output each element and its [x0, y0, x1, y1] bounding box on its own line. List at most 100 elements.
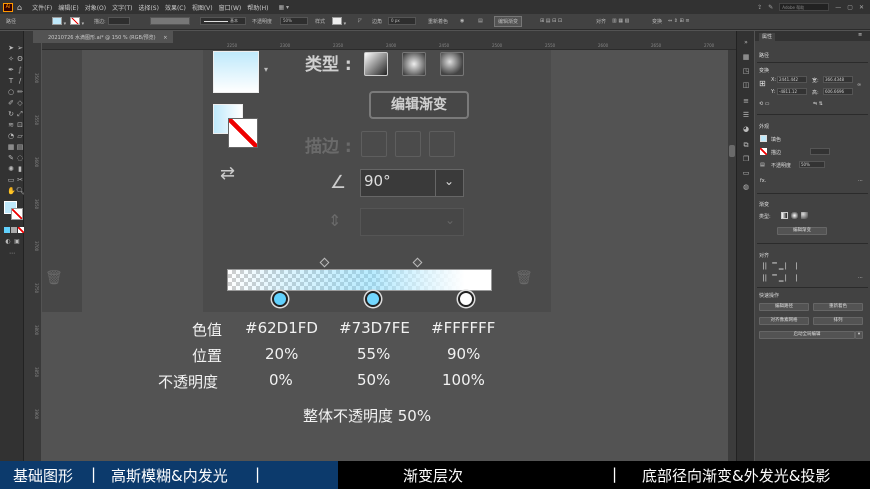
- menu-view[interactable]: 视图(V): [192, 3, 213, 12]
- line-tool-icon[interactable]: /: [16, 77, 24, 85]
- fill-swatch[interactable]: ▾: [52, 17, 66, 27]
- stroke-icon[interactable]: [760, 148, 767, 155]
- arrange-button[interactable]: 排列: [813, 317, 863, 325]
- stroke-weight-field[interactable]: [108, 17, 130, 27]
- constrain-icon[interactable]: ∞: [857, 82, 861, 88]
- ellipse-tool-icon[interactable]: ○: [7, 88, 15, 96]
- global-edit-button[interactable]: 启动全局编辑: [759, 331, 855, 339]
- edit-gradient-button[interactable]: 编辑渐变: [369, 91, 469, 119]
- slice-tool-icon[interactable]: ✂: [16, 176, 24, 184]
- layers-icon[interactable]: ◫: [742, 81, 750, 89]
- swatches-icon[interactable]: ≡: [742, 97, 750, 105]
- linear-gradient-button[interactable]: [364, 52, 388, 76]
- transform-icons[interactable]: ⇔ ⇕ ⊞ ≡: [668, 18, 690, 24]
- menu-file[interactable]: 文件(F): [32, 3, 52, 12]
- variable-width-field[interactable]: [150, 17, 190, 27]
- direct-selection-tool-icon[interactable]: ➢: [16, 44, 24, 52]
- angle-dropdown[interactable]: ⌄: [435, 170, 463, 196]
- appearance-icon[interactable]: ◍: [742, 183, 750, 191]
- tab-close-icon[interactable]: ×: [163, 35, 167, 41]
- h-field[interactable]: 606.6696: [823, 88, 853, 95]
- more-options-icon[interactable]: ⋯: [858, 178, 863, 184]
- w-field[interactable]: 366.4348: [823, 76, 853, 83]
- mesh-tool-icon[interactable]: ▦: [7, 143, 15, 151]
- brush-field[interactable]: 基本: [200, 17, 246, 27]
- aspect-ratio-field[interactable]: ⌄: [360, 208, 464, 236]
- gradient-slider[interactable]: [227, 269, 492, 291]
- align-label[interactable]: 对齐: [596, 18, 606, 25]
- stroke-swatch[interactable]: ▾: [70, 17, 84, 27]
- gradient-swatch[interactable]: [213, 51, 259, 93]
- more-tools-icon[interactable]: ⋯: [8, 250, 16, 258]
- stroke-none-swatch[interactable]: [228, 118, 258, 148]
- scale-tool-icon[interactable]: ⤢: [16, 110, 24, 118]
- freeform-type-icon[interactable]: [801, 212, 808, 219]
- flip-icons[interactable]: ⇋ ⇅: [813, 101, 823, 107]
- opts-icon[interactable]: ⊞ ▤ ⊟ ⊡: [540, 18, 562, 24]
- align-buttons-row2[interactable]: ▕▏▔▁▏▕: [759, 275, 799, 282]
- curvature-tool-icon[interactable]: ∫: [16, 66, 24, 74]
- type-tool-icon[interactable]: T: [7, 77, 15, 85]
- gradient-mode-icon[interactable]: [11, 227, 17, 233]
- edit-gradient-control-button[interactable]: 编辑渐变: [494, 16, 523, 27]
- align-icon-2[interactable]: ▥ ▦ ▧: [612, 18, 629, 24]
- trash-icon[interactable]: 🗑︎: [515, 270, 533, 286]
- shaper-tool-icon[interactable]: ✐: [7, 99, 15, 107]
- screen-mode-icon[interactable]: ▣: [13, 238, 21, 246]
- radial-gradient-button[interactable]: [402, 52, 426, 76]
- close-icon[interactable]: ✕: [859, 4, 864, 11]
- transform-label[interactable]: 变换: [652, 18, 662, 25]
- reference-point-icon[interactable]: ⊞: [759, 79, 766, 88]
- brushes-icon[interactable]: ☰: [742, 111, 750, 119]
- search-input[interactable]: Adobe 帮助: [779, 3, 830, 11]
- stroke-color-swatch[interactable]: [11, 208, 23, 220]
- menu-window[interactable]: 窗口(W): [219, 3, 242, 12]
- draw-mode-icon[interactable]: ◐: [4, 238, 12, 246]
- symbols-icon[interactable]: ◕: [742, 125, 750, 133]
- color-stop-3[interactable]: [457, 291, 474, 307]
- fx-button[interactable]: fx.: [760, 178, 766, 184]
- symbol-sprayer-icon[interactable]: ✺: [7, 165, 15, 173]
- perspective-icon[interactable]: ▱: [16, 132, 24, 140]
- fill-icon[interactable]: [760, 135, 767, 142]
- selection-tool-icon[interactable]: ➤: [7, 44, 15, 52]
- stroke-within-button[interactable]: [361, 131, 387, 157]
- style-swatch[interactable]: ▾: [332, 17, 346, 27]
- warp-tool-icon[interactable]: ≋: [7, 121, 15, 129]
- brush-icon[interactable]: ✎: [768, 4, 773, 11]
- freeform-gradient-button[interactable]: [440, 52, 464, 76]
- stroke-along-button[interactable]: [395, 131, 421, 157]
- stroke-weight-field[interactable]: [810, 148, 830, 155]
- free-transform-icon[interactable]: ⊡: [16, 121, 24, 129]
- shape-builder-icon[interactable]: ◔: [7, 132, 15, 140]
- align-pixel-grid-button[interactable]: 对齐像素网格: [759, 317, 809, 325]
- column-graph-icon[interactable]: ▮: [16, 165, 24, 173]
- menu-edit[interactable]: 编辑(E): [58, 3, 78, 12]
- zoom-tool-icon[interactable]: 🔍︎: [16, 187, 25, 195]
- document-tab[interactable]: 20210726 水滴图形.ai* @ 150 % (RGB/预览) ×: [42, 31, 174, 43]
- linear-type-icon[interactable]: [781, 212, 788, 219]
- export-icon[interactable]: ⧉: [742, 141, 750, 149]
- recolor-icon[interactable]: ◉: [460, 18, 464, 24]
- properties-panel-icon[interactable]: ▦: [742, 53, 750, 61]
- radial-type-icon[interactable]: [791, 212, 798, 219]
- gradient-tool-icon[interactable]: ▤: [16, 143, 24, 151]
- panel-menu-icon[interactable]: ≡: [858, 32, 862, 38]
- color-mode-icon[interactable]: [4, 227, 10, 233]
- blend-tool-icon[interactable]: ◌: [16, 154, 24, 162]
- links-icon[interactable]: ▭: [742, 169, 750, 177]
- stroke-across-button[interactable]: [429, 131, 455, 157]
- global-edit-dropdown[interactable]: ▾: [855, 331, 863, 339]
- align-icon[interactable]: ▤: [478, 18, 483, 24]
- angle-field[interactable]: 90° ⌄: [360, 169, 464, 197]
- x-field[interactable]: 2441.442: [777, 76, 807, 83]
- opacity-field[interactable]: 50%: [280, 17, 308, 27]
- eraser-icon[interactable]: ◇: [16, 99, 24, 107]
- vertical-scrollbar[interactable]: [728, 50, 736, 461]
- hand-tool-icon[interactable]: ✋: [7, 187, 16, 195]
- menu-select[interactable]: 选择(S): [138, 3, 159, 12]
- edit-gradient-panel-button[interactable]: 编辑渐变: [777, 227, 827, 235]
- workspace-icon[interactable]: ▦ ▾: [278, 4, 289, 11]
- artboards-icon[interactable]: ❐: [742, 155, 750, 163]
- align-buttons-row1[interactable]: ▕▏▔▁▏▕: [759, 263, 799, 270]
